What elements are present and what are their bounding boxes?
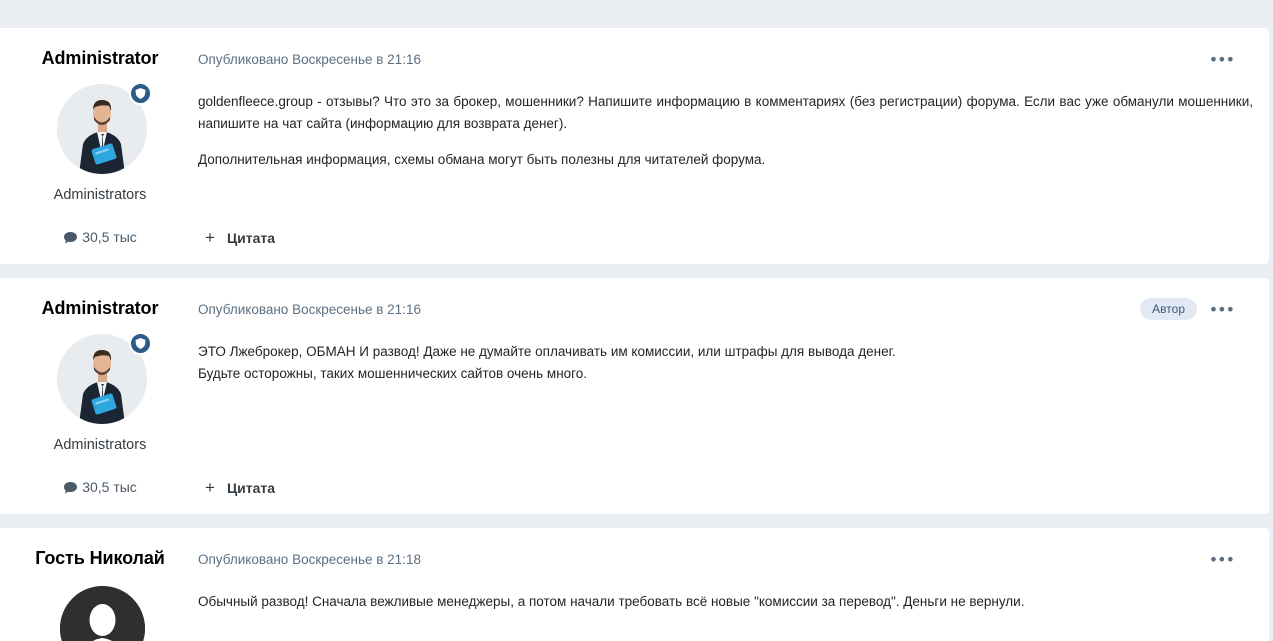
post-line: Будьте осторожны, таких мошеннических са… (198, 366, 588, 381)
post-1: Administrator Administrators 30,5 тыс Оп… (0, 28, 1269, 264)
post-paragraph: goldenfleece.group - отзывы? Что это за … (198, 94, 1253, 131)
comment-icon (64, 231, 78, 243)
shield-icon (129, 332, 152, 355)
quote-button[interactable]: + Цитата (205, 478, 275, 498)
quote-label: Цитата (226, 230, 276, 246)
shield-icon (129, 82, 152, 105)
post-content: goldenfleece.group - отзывы? Что это за … (198, 91, 1253, 171)
post-count-value: 30,5 тыс (82, 229, 137, 245)
group-name: Administrators (53, 187, 147, 203)
post-count[interactable]: 30,5 тыс (0, 479, 200, 495)
author-badge: Автор (1140, 298, 1197, 320)
ellipsis-icon[interactable]: ••• (1209, 300, 1235, 319)
group-name: Administrators (53, 437, 147, 453)
ellipsis-icon[interactable]: ••• (1209, 50, 1235, 69)
quote-label: Цитата (226, 480, 276, 496)
quote-button[interactable]: + Цитата (205, 228, 275, 248)
post-count[interactable]: 30,5 тыс (0, 229, 200, 245)
post-meta[interactable]: Опубликовано Воскресенье в 21:16 (198, 52, 421, 67)
post-count-value: 30,5 тыс (82, 479, 137, 495)
post-meta[interactable]: Опубликовано Воскресенье в 21:16 (198, 302, 421, 317)
plus-icon: + (205, 228, 215, 247)
post-line: Обычный развод! Сначала вежливые менедже… (198, 594, 1025, 609)
author-name: Гость Николай (35, 548, 165, 568)
post-content: Обычный развод! Сначала вежливые менедже… (198, 591, 1253, 613)
author-name[interactable]: Administrator (0, 298, 200, 319)
post-paragraph: Дополнительная информация, схемы обмана … (198, 152, 766, 167)
plus-icon: + (205, 478, 215, 497)
author-name[interactable]: Administrator (0, 48, 200, 69)
post-meta[interactable]: Опубликовано Воскресенье в 21:18 (198, 552, 421, 567)
post-2: Administrator Administrators 30,5 тыс Оп… (0, 278, 1269, 514)
post-content: ЭТО Лжеброкер, ОБМАН И развод! Даже не д… (198, 341, 1253, 385)
ellipsis-icon[interactable]: ••• (1209, 550, 1235, 569)
post-line: ЭТО Лжеброкер, ОБМАН И развод! Даже не д… (198, 344, 896, 359)
comment-icon (64, 481, 78, 493)
avatar (60, 586, 145, 641)
post-3: Гость Николай Опубликовано Воскресенье в… (0, 528, 1269, 641)
